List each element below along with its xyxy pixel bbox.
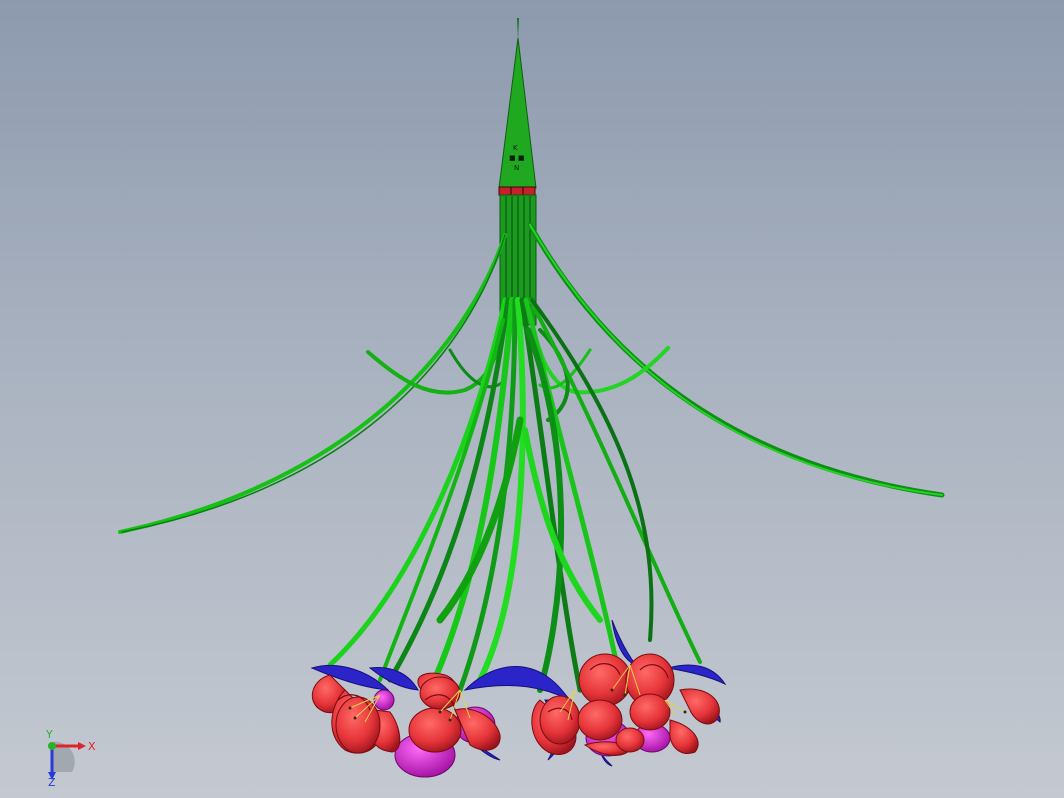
stem-spike: K ■ ■ N: [498, 18, 537, 326]
svg-text:K: K: [513, 144, 518, 152]
lily-chandelier-model[interactable]: K ■ ■ N: [0, 0, 1064, 798]
x-axis-label: X: [88, 740, 96, 753]
y-axis-dot: [48, 742, 56, 750]
lily-flowers: [310, 619, 727, 778]
svg-text:■ ■: ■ ■: [509, 154, 524, 162]
z-axis-label: Z: [48, 776, 56, 788]
graphics-viewport[interactable]: K ■ ■ N X Y Z: [0, 0, 1064, 798]
orientation-triad[interactable]: X Y Z: [34, 728, 104, 788]
svg-text:N: N: [514, 164, 519, 172]
y-axis-label: Y: [45, 728, 53, 741]
